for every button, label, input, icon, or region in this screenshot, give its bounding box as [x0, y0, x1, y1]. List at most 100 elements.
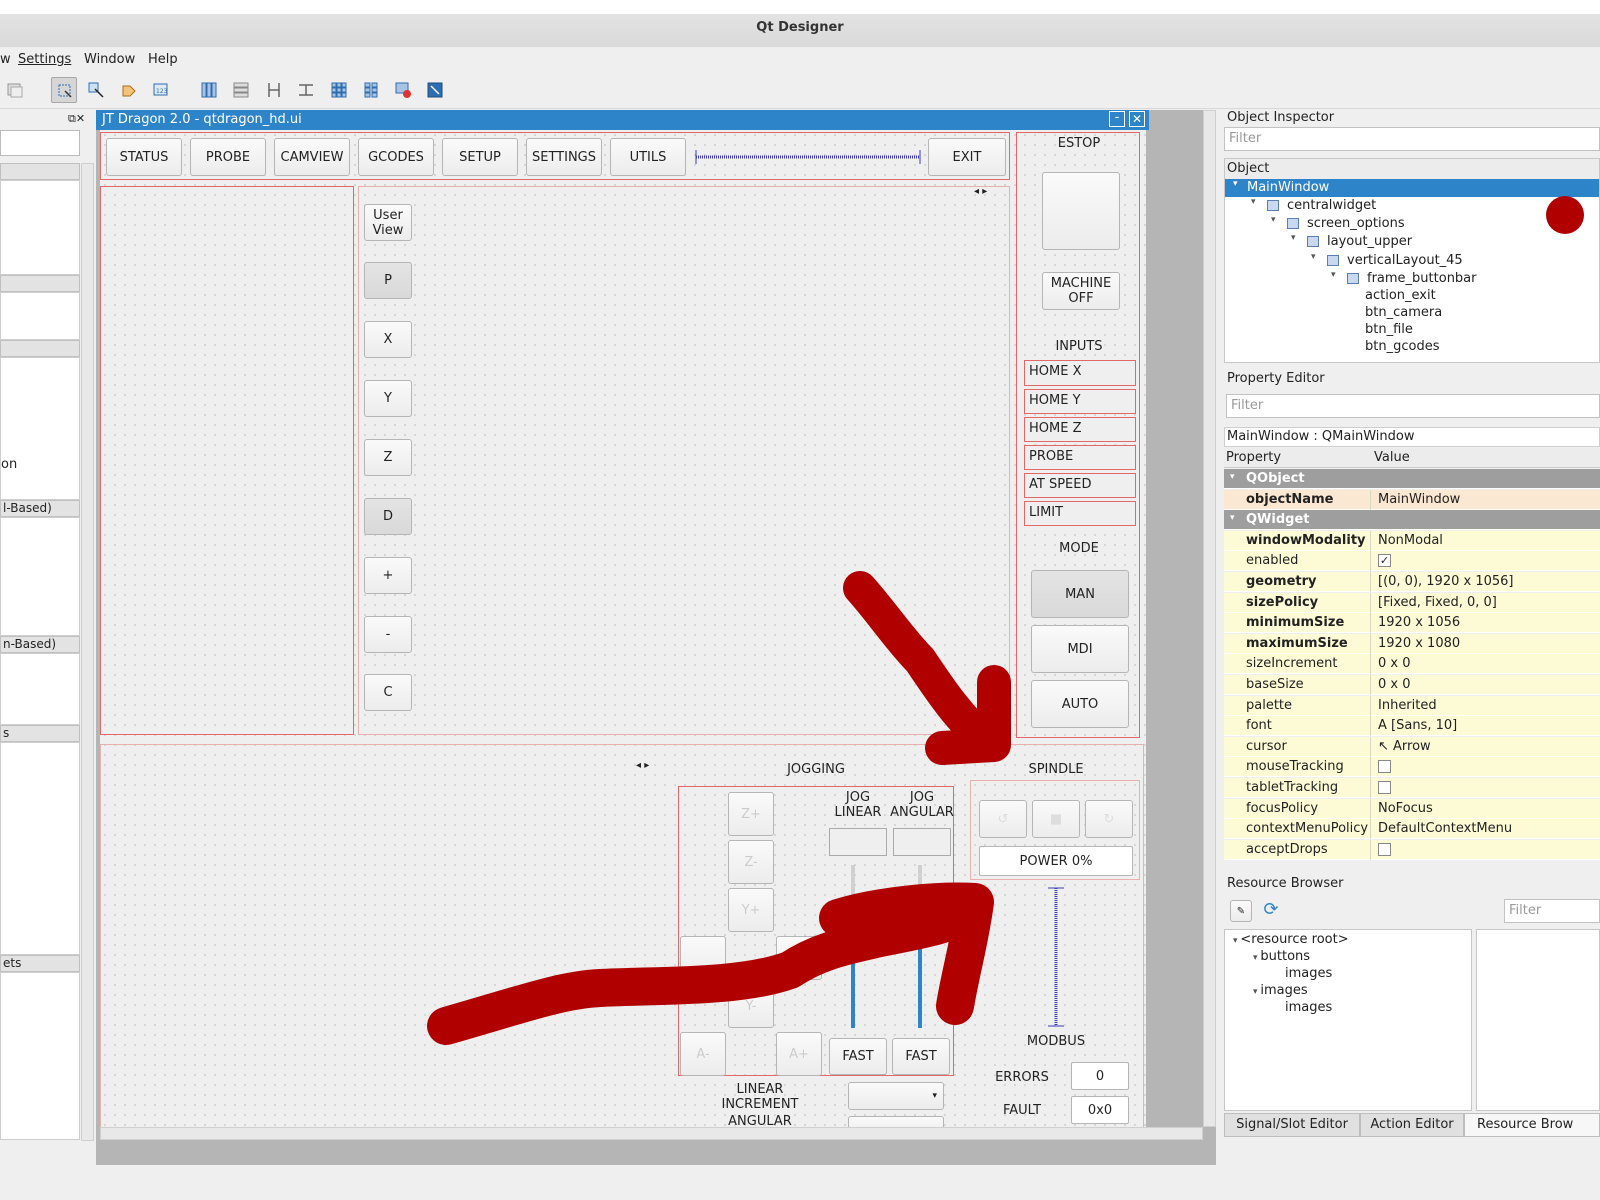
splitter-arrows-icon[interactable]: ◂ ▸: [974, 186, 987, 197]
object-row-centralwidget[interactable]: ▾ centralwidget: [1225, 197, 1599, 215]
property-value[interactable]: Inherited: [1378, 698, 1437, 713]
object-row-verticallayout45[interactable]: ▾ verticalLayout_45: [1225, 252, 1599, 270]
tab-action-editor[interactable]: Action Editor: [1360, 1113, 1464, 1137]
property-row[interactable]: windowModality NonModal: [1224, 530, 1600, 551]
property-row[interactable]: font A [Sans, 10]: [1224, 716, 1600, 737]
toolbar-button-vlayout[interactable]: [228, 77, 254, 103]
btn-machine-off[interactable]: MACHINE OFF: [1042, 272, 1120, 310]
object-row-frame-buttonbar[interactable]: ▾ frame_buttonbar: [1225, 270, 1599, 288]
property-row[interactable]: sizePolicy [Fixed, Fixed, 0, 0]: [1224, 592, 1600, 613]
toolbar-button-buddies[interactable]: [116, 77, 142, 103]
property-row[interactable]: baseSize 0 x 0: [1224, 675, 1600, 695]
btn-status[interactable]: STATUS: [106, 138, 182, 176]
widget-category-0[interactable]: [0, 163, 80, 180]
property-row[interactable]: sizeIncrement 0 x 0: [1224, 654, 1600, 675]
btn-utils[interactable]: UTILS: [610, 138, 686, 176]
btn-camera[interactable]: CAMVIEW: [274, 138, 350, 176]
property-value[interactable]: A [Sans, 10]: [1378, 718, 1457, 733]
property-value[interactable]: [1378, 842, 1391, 856]
property-row[interactable]: geometry [(0, 0), 1920 x 1056]: [1224, 572, 1600, 592]
resource-images-row[interactable]: ▾ images: [1253, 983, 1308, 1001]
property-value[interactable]: 1920 x 1080: [1378, 636, 1460, 651]
form-minimize-icon[interactable]: -: [1109, 111, 1125, 127]
toolbar-button-adjust-size[interactable]: [422, 77, 448, 103]
btn-mode-auto[interactable]: AUTO: [1031, 680, 1129, 728]
btn-zoom-out[interactable]: -: [364, 616, 412, 653]
menu-item-settings[interactable]: Settings: [18, 52, 71, 67]
property-row[interactable]: mouseTracking: [1224, 757, 1600, 778]
menu-item-window[interactable]: Window: [84, 52, 135, 67]
btn-spindle-stop[interactable]: ■: [1032, 800, 1080, 838]
widget-filter-input[interactable]: [0, 130, 80, 156]
btn-zoom-in[interactable]: +: [364, 557, 412, 594]
property-row[interactable]: QObject ▾: [1224, 469, 1600, 489]
property-row[interactable]: minimumSize 1920 x 1056: [1224, 613, 1600, 634]
toolbar-button-taborder[interactable]: 123: [148, 77, 174, 103]
btn-jog-angular-fast[interactable]: FAST: [892, 1038, 950, 1075]
resource-filter[interactable]: Filter: [1504, 899, 1600, 923]
tab-resource-browser[interactable]: Resource Brow: [1464, 1113, 1600, 1137]
property-value[interactable]: ✓: [1378, 554, 1391, 568]
property-row[interactable]: enabled ✓: [1224, 551, 1600, 572]
action-exit[interactable]: EXIT: [928, 138, 1006, 176]
property-value[interactable]: [(0, 0), 1920 x 1056]: [1378, 574, 1513, 589]
object-row-action-exit[interactable]: action_exit: [1365, 288, 1436, 306]
btn-jog-y-plus[interactable]: Y+: [728, 888, 774, 932]
property-value[interactable]: NonModal: [1378, 533, 1443, 548]
btn-jog-z-minus[interactable]: Z-: [728, 840, 774, 884]
btn-settings[interactable]: SETTINGS: [526, 138, 602, 176]
widget-category-model-based[interactable]: n-Based): [0, 636, 80, 653]
widget-item-fragment[interactable]: on: [1, 457, 17, 472]
btn-jog-x-minus[interactable]: [680, 936, 726, 980]
menu-item-help[interactable]: Help: [148, 52, 178, 67]
property-row[interactable]: focusPolicy NoFocus: [1224, 798, 1600, 819]
btn-spindle-ccw[interactable]: ↺: [979, 800, 1027, 838]
btn-spindle-cw[interactable]: ↻: [1085, 800, 1133, 838]
object-row-mainwindow[interactable]: ▾ MainWindow: [1225, 179, 1599, 197]
btn-probe[interactable]: PROBE: [190, 138, 266, 176]
property-row[interactable]: cursor ↖ Arrow: [1224, 736, 1600, 757]
tab-signal-slot-editor[interactable]: Signal/Slot Editor: [1224, 1113, 1360, 1137]
property-value[interactable]: [1378, 760, 1391, 774]
resource-buttons-images-row[interactable]: images: [1285, 966, 1332, 984]
btn-jog-a-plus[interactable]: A+: [776, 1032, 822, 1076]
widget-category-2-blank[interactable]: [0, 340, 80, 357]
toolbar-button-form-layout[interactable]: [358, 77, 384, 103]
object-row-layout-upper[interactable]: ▾ layout_upper: [1225, 233, 1599, 251]
btn-setup[interactable]: SETUP: [442, 138, 518, 176]
btn-view-y[interactable]: Y: [364, 380, 412, 417]
mdi-horizontal-scrollbar[interactable]: [100, 1127, 1203, 1140]
property-row[interactable]: objectName MainWindow: [1224, 489, 1600, 510]
resource-edit-button[interactable]: ✎: [1230, 900, 1252, 922]
property-value[interactable]: [1378, 781, 1391, 794]
resource-images-images-row[interactable]: images: [1285, 1000, 1332, 1018]
property-editor-filter[interactable]: Filter: [1226, 394, 1600, 418]
btn-mode-mdi[interactable]: MDI: [1031, 625, 1129, 673]
property-value[interactable]: ↖ Arrow: [1378, 739, 1431, 754]
property-value[interactable]: MainWindow: [1378, 492, 1460, 507]
property-row[interactable]: tabletTracking: [1224, 778, 1600, 798]
property-row[interactable]: maximumSize 1920 x 1080: [1224, 633, 1600, 654]
widget-category-1[interactable]: [0, 275, 80, 292]
form-close-icon[interactable]: ✕: [1129, 111, 1145, 127]
btn-view-z[interactable]: Z: [364, 439, 412, 476]
property-value[interactable]: 0 x 0: [1378, 656, 1411, 671]
toolbar-button-raise[interactable]: [2, 77, 28, 103]
object-row-btn-camera[interactable]: btn_camera: [1365, 305, 1442, 323]
btn-mode-manual[interactable]: MAN: [1031, 570, 1129, 618]
object-row-btn-file[interactable]: btn_file: [1365, 322, 1413, 340]
property-value[interactable]: 1920 x 1056: [1378, 615, 1460, 630]
mdi-vertical-scrollbar[interactable]: [1203, 110, 1216, 1127]
btn-jog-linear-fast[interactable]: FAST: [829, 1038, 887, 1075]
toolbar-button-edit-widgets[interactable]: [51, 77, 77, 103]
toolbar-button-break-layout[interactable]: [390, 77, 416, 103]
btn-estop[interactable]: [1042, 172, 1120, 250]
property-row[interactable]: acceptDrops: [1224, 839, 1600, 860]
btn-user-view[interactable]: User View: [364, 204, 412, 241]
jog-angular-slider-fill[interactable]: [918, 940, 922, 1028]
widget-category-containers[interactable]: s: [0, 725, 80, 742]
object-row-screen-options[interactable]: ▾ screen_options: [1225, 215, 1599, 233]
btn-view-p[interactable]: P: [364, 262, 412, 299]
lower-splitter-arrows-icon[interactable]: ◂ ▸: [636, 760, 649, 771]
btn-view-x[interactable]: X: [364, 321, 412, 358]
